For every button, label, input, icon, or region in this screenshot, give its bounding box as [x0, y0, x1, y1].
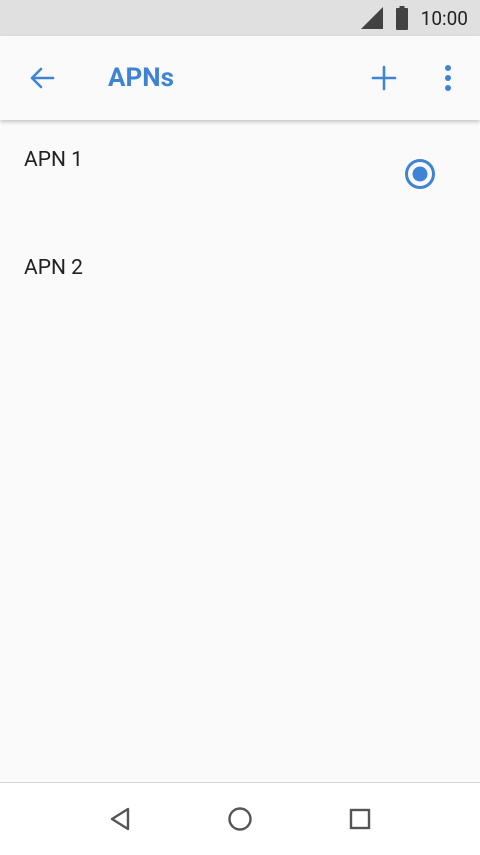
more-options-button[interactable] — [420, 50, 476, 106]
add-apn-button[interactable] — [356, 50, 412, 106]
nav-home-button[interactable] — [218, 797, 262, 841]
app-bar: APNs — [0, 36, 480, 120]
battery-icon — [395, 6, 408, 30]
apn-label: APN 2 — [24, 256, 83, 280]
back-triangle-icon — [110, 807, 130, 831]
status-icons: 10:00 — [359, 0, 468, 36]
status-bar: 10:00 — [0, 0, 480, 36]
more-vert-icon — [445, 65, 451, 91]
arrow-back-icon — [30, 67, 55, 89]
radio-selected-icon[interactable] — [404, 158, 436, 190]
navigation-bar — [0, 782, 480, 855]
page-title: APNs — [108, 63, 174, 93]
nav-back-button[interactable] — [98, 797, 142, 841]
recents-square-icon — [349, 808, 371, 830]
signal-icon — [360, 7, 383, 29]
list-item-apn-1[interactable]: APN 1 — [0, 120, 480, 228]
apn-list: APN 1 APN 2 — [0, 120, 480, 336]
list-item-apn-2[interactable]: APN 2 — [0, 228, 480, 336]
apn-label: APN 1 — [24, 148, 83, 172]
status-time: 10:00 — [420, 6, 468, 30]
nav-recents-button[interactable] — [338, 797, 382, 841]
home-circle-icon — [228, 807, 252, 831]
back-button[interactable] — [14, 50, 70, 106]
plus-icon — [371, 65, 397, 91]
